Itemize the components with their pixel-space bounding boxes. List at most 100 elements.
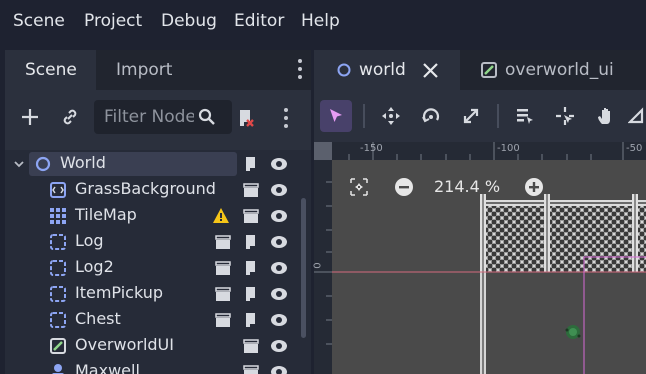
instance-icon [50, 312, 66, 328]
pan-tool-button[interactable] [590, 100, 622, 132]
character-icon [52, 364, 64, 374]
tree-item-maxwell[interactable]: Maxwell [5, 359, 305, 374]
scene-clapper-icon[interactable] [242, 363, 260, 374]
list-select-tool-button[interactable] [509, 100, 541, 132]
visibility-eye-icon[interactable] [270, 363, 288, 374]
filter-nodes-input[interactable]: Filter Nodes [94, 100, 232, 134]
filter-placeholder: Filter Nodes [104, 107, 205, 127]
visibility-eye-icon[interactable] [270, 155, 288, 173]
tree-item-itempickup[interactable]: ItemPickup [5, 281, 305, 307]
control-icon [481, 62, 497, 78]
tree-item-label: World [60, 153, 106, 172]
menu-project[interactable]: Project [84, 11, 142, 31]
tilemap-icon [50, 208, 66, 224]
menu-debug[interactable]: Debug [161, 11, 217, 31]
visibility-eye-icon[interactable] [270, 285, 288, 303]
vertical-ruler: 0 [313, 142, 332, 374]
visibility-eye-icon[interactable] [270, 337, 288, 355]
script-icon[interactable] [242, 259, 260, 277]
tab-scene[interactable]: Scene [5, 50, 96, 90]
tree-item-world[interactable]: World [5, 151, 305, 177]
tree-item-chest[interactable]: Chest [5, 307, 305, 333]
center-view-icon[interactable] [349, 177, 369, 197]
tree-item-label: OverworldUI [75, 335, 174, 354]
scale-tool-button[interactable] [455, 100, 487, 132]
pivot-icon [556, 107, 574, 125]
rotate-tool-button[interactable] [415, 100, 447, 132]
select-tool-button[interactable] [320, 100, 352, 132]
visibility-eye-icon[interactable] [270, 311, 288, 329]
tree-scrollbar[interactable] [301, 198, 306, 338]
instance-icon [50, 260, 66, 276]
canvas-viewport[interactable]: 214.4 % [332, 160, 646, 374]
cursor-arrow-icon [330, 109, 342, 122]
script-icon[interactable] [242, 311, 260, 329]
dock-tabs: Scene Import [5, 50, 311, 90]
ruler-label: -50 [626, 143, 643, 154]
tree-item-label: TileMap [75, 205, 137, 224]
tree-item-label: Log [75, 231, 104, 250]
visibility-eye-icon[interactable] [270, 259, 288, 277]
tab-world[interactable]: world [314, 50, 460, 90]
scene-clapper-icon[interactable] [242, 207, 260, 225]
scene-clapper-icon[interactable] [214, 233, 232, 251]
zoom-out-icon[interactable] [394, 177, 414, 197]
move-icon [382, 107, 400, 125]
instance-icon [50, 234, 66, 250]
tree-item-label: Log2 [75, 257, 114, 276]
scene-clapper-icon[interactable] [242, 337, 260, 355]
ruler-label: -150 [360, 143, 383, 154]
instance-link-icon[interactable] [59, 106, 81, 128]
tab-import[interactable]: Import [116, 50, 172, 90]
menu-editor[interactable]: Editor [234, 11, 284, 31]
scale-icon [463, 108, 479, 124]
visibility-eye-icon[interactable] [270, 207, 288, 225]
zoom-in-icon[interactable] [524, 177, 544, 197]
scene-clapper-icon[interactable] [214, 259, 232, 277]
visibility-eye-icon[interactable] [270, 181, 288, 199]
detach-script-icon[interactable] [234, 106, 258, 130]
tree-item-label: ItemPickup [75, 283, 164, 302]
close-icon[interactable] [423, 63, 438, 78]
move-tool-button[interactable] [375, 100, 407, 132]
bush-sprite [565, 325, 581, 339]
warning-icon[interactable] [212, 207, 230, 225]
node2d-icon [35, 156, 51, 172]
ruler-label: -100 [497, 143, 520, 154]
visibility-eye-icon[interactable] [270, 233, 288, 251]
dock-menu-icon[interactable] [298, 59, 302, 83]
sprite-icon [50, 182, 66, 198]
rotate-icon [422, 108, 440, 123]
fence-tiles [484, 200, 646, 272]
zoom-level[interactable]: 214.4 % [434, 177, 500, 196]
list-select-icon [517, 109, 533, 124]
ruler-tool-button[interactable] [628, 100, 646, 132]
tab-overworld-ui-label: overworld_ui [505, 60, 614, 80]
tree-item-log[interactable]: Log [5, 229, 305, 255]
instance-icon [50, 286, 66, 302]
editor-tabs: world overworld_ui [314, 50, 646, 90]
add-node-icon[interactable] [19, 106, 41, 128]
scene-clapper-icon[interactable] [214, 285, 232, 303]
tree-item-log2[interactable]: Log2 [5, 255, 305, 281]
script-icon[interactable] [242, 285, 260, 303]
node2d-icon [337, 63, 351, 77]
tab-world-label: world [359, 60, 406, 80]
chevron-down-icon[interactable] [13, 158, 25, 170]
menu-bar: Scene Project Debug Editor Help [0, 0, 646, 44]
tree-item-label: GrassBackground [75, 179, 216, 198]
tree-item-label: Maxwell [75, 361, 140, 374]
script-icon[interactable] [242, 233, 260, 251]
menu-scene[interactable]: Scene [13, 11, 65, 31]
script-icon[interactable] [242, 155, 260, 173]
pivot-tool-button[interactable] [549, 100, 581, 132]
tree-item-label: Chest [75, 309, 121, 328]
scene-clapper-icon[interactable] [242, 181, 260, 199]
tree-item-overworldui[interactable]: OverworldUI [5, 333, 305, 359]
horizontal-ruler: -150 -100 -50 [314, 142, 646, 160]
tree-item-tilemap[interactable]: TileMap [5, 203, 305, 229]
menu-help[interactable]: Help [301, 11, 340, 31]
tree-item-grassbackground[interactable]: GrassBackground [5, 177, 305, 203]
scene-menu-icon[interactable] [284, 108, 288, 132]
scene-clapper-icon[interactable] [214, 311, 232, 329]
